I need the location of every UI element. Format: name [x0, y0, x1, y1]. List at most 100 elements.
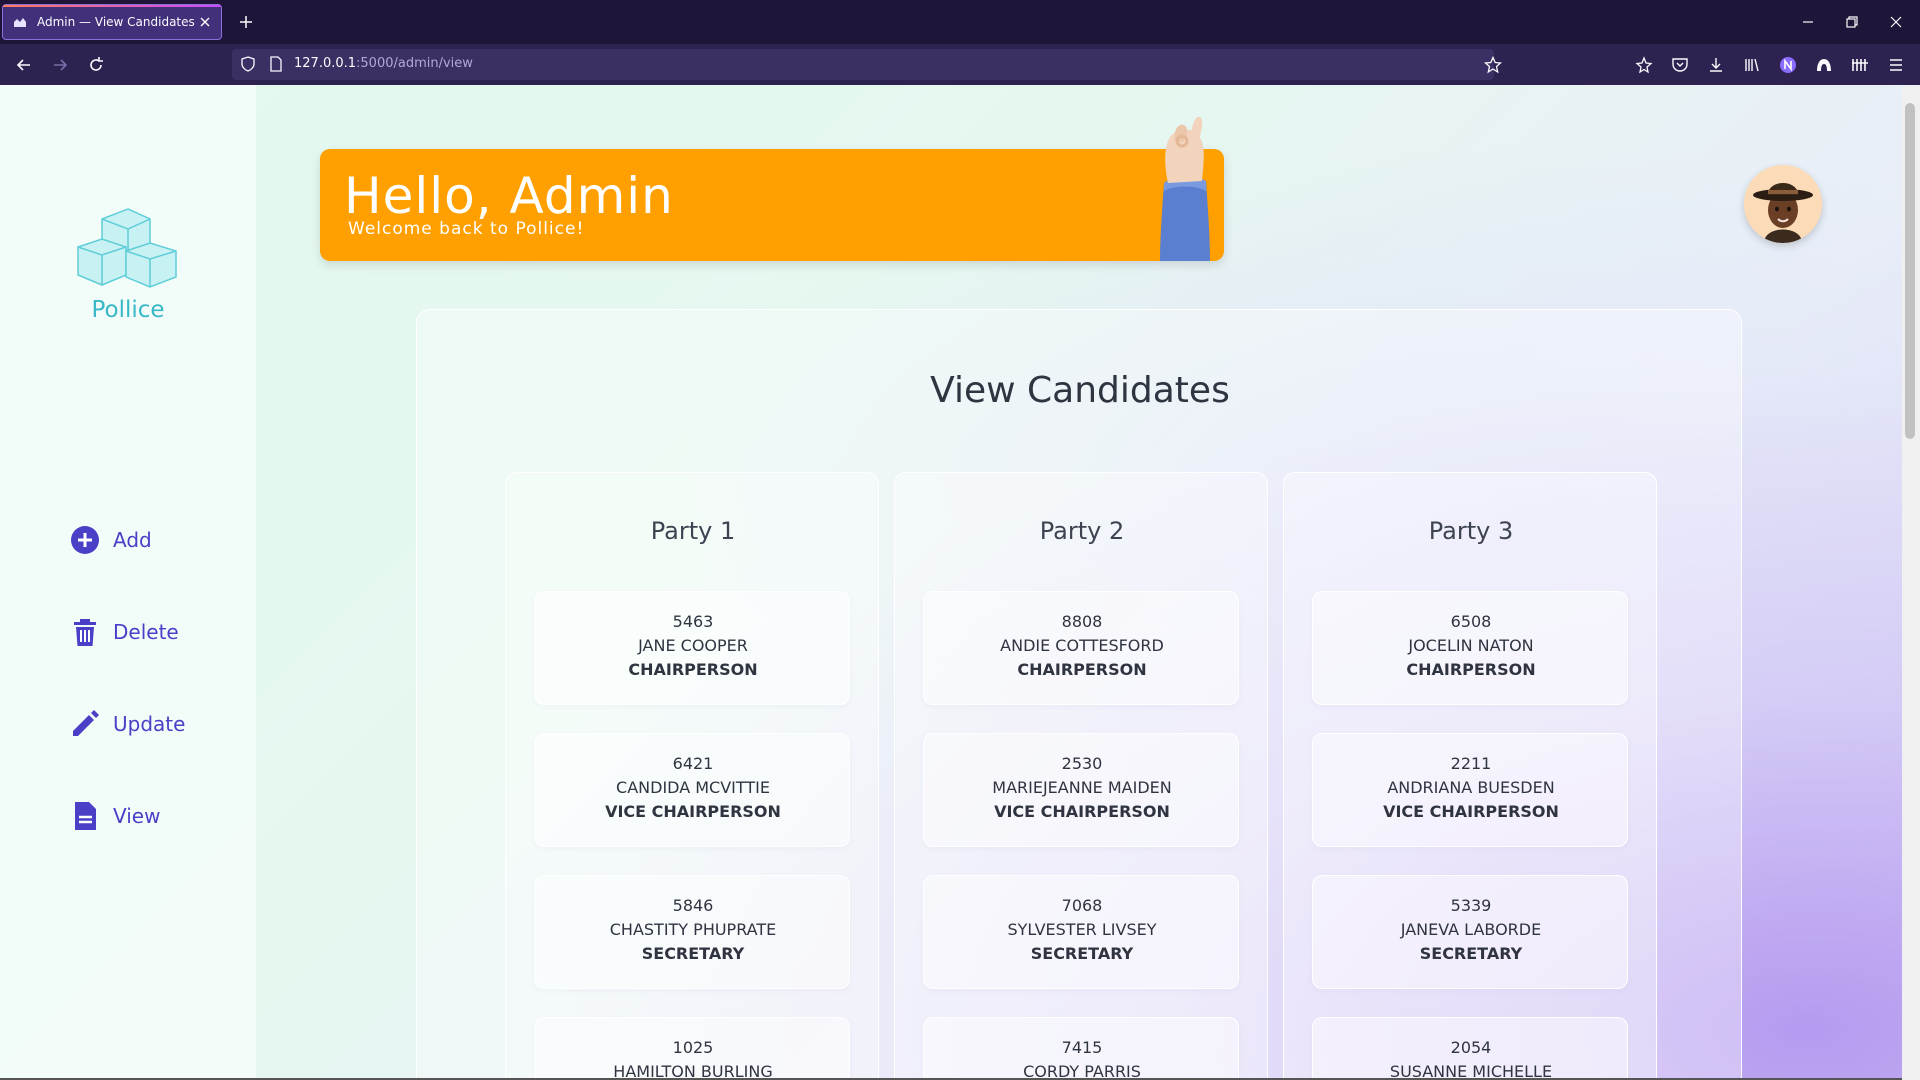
candidate-card[interactable]: 5339 JANEVA LABORDE SECRETARY — [1312, 875, 1628, 989]
library-icon[interactable] — [1742, 55, 1762, 75]
back-icon[interactable] — [14, 55, 34, 75]
candidate-role: SECRETARY — [1419, 944, 1523, 963]
sidebar-item-view[interactable]: View — [70, 801, 160, 831]
candidate-name: JANEVA LABORDE — [1400, 920, 1542, 939]
admin-avatar[interactable] — [1744, 165, 1822, 243]
candidate-id: 6421 — [672, 754, 714, 773]
candidate-role: CHAIRPERSON — [1406, 660, 1536, 679]
sidebar: Pollice Add Delete Update View — [0, 85, 256, 1080]
candidate-name: ANDRIANA BUESDEN — [1387, 778, 1555, 797]
browser-tab-bar: Admin — View Candidates — [0, 0, 1920, 44]
download-icon[interactable] — [1706, 55, 1726, 75]
candidate-role: SECRETARY — [1030, 944, 1134, 963]
candidate-id: 8808 — [1061, 612, 1103, 631]
url-text[interactable]: 127.0.0.1:5000/admin/view — [294, 56, 473, 71]
candidate-role: VICE CHAIRPERSON — [994, 802, 1170, 821]
tab-accent — [3, 5, 221, 7]
candidate-id: 6508 — [1450, 612, 1492, 631]
candidate-id: 1025 — [672, 1038, 714, 1057]
sidebar-item-update[interactable]: Update — [70, 709, 185, 739]
banner-subtitle: Welcome back to Pollice! — [348, 219, 585, 239]
candidate-card[interactable]: 1025 HAMILTON BURLING — [534, 1017, 850, 1080]
party-name: Party 1 — [650, 517, 736, 545]
candidate-name: JANE COOPER — [638, 636, 748, 655]
banner-title: Hello, Admin — [344, 167, 674, 225]
menu-icon[interactable] — [1886, 55, 1906, 75]
tab-favicon-icon — [13, 15, 33, 29]
extension-arch-icon[interactable] — [1814, 55, 1834, 75]
pocket-icon[interactable] — [1670, 55, 1690, 75]
party-column: Party 1 5463 JANE COOPER CHAIRPERSON 642… — [505, 472, 879, 1080]
candidate-id: 7415 — [1061, 1038, 1103, 1057]
candidate-role: SECRETARY — [641, 944, 745, 963]
reload-icon[interactable] — [86, 55, 106, 75]
candidate-role: VICE CHAIRPERSON — [1383, 802, 1559, 821]
scrollbar-thumb[interactable] — [1905, 103, 1915, 439]
candidate-card[interactable]: 5846 CHASTITY PHUPRATE SECRETARY — [534, 875, 850, 989]
sidebar-item-label: View — [113, 804, 161, 828]
tab-title: Admin — View Candidates — [37, 15, 195, 29]
minimize-window-icon[interactable] — [1796, 10, 1820, 34]
sidebar-item-label: Update — [113, 712, 186, 736]
page-content: Pollice Add Delete Update View Hello, Ad… — [0, 85, 1902, 1080]
candidate-card[interactable]: 6508 JOCELIN NATON CHAIRPERSON — [1312, 591, 1628, 705]
close-window-icon[interactable] — [1884, 10, 1908, 34]
new-tab-icon[interactable] — [236, 12, 256, 32]
document-icon — [75, 802, 96, 830]
candidate-card[interactable]: 5463 JANE COOPER CHAIRPERSON — [534, 591, 850, 705]
sidebar-item-label: Add — [113, 528, 152, 552]
pencil-icon — [73, 710, 99, 736]
forward-icon[interactable] — [50, 55, 70, 75]
sidebar-item-add[interactable]: Add — [70, 525, 152, 555]
page-icon[interactable] — [268, 56, 284, 72]
party-name: Party 3 — [1428, 517, 1514, 545]
bookmark-star-icon[interactable] — [1484, 56, 1502, 74]
url-path: :5000/admin/view — [356, 56, 473, 71]
candidate-card[interactable]: 2054 SUSANNE MICHELLE — [1312, 1017, 1628, 1080]
shield-icon[interactable] — [240, 56, 256, 72]
party-column: Party 2 8808 ANDIE COTTESFORD CHAIRPERSO… — [894, 472, 1268, 1080]
sidebar-item-delete[interactable]: Delete — [70, 617, 179, 647]
party-name: Party 2 — [1039, 517, 1125, 545]
candidate-name: ANDIE COTTESFORD — [1000, 636, 1164, 655]
vertical-scrollbar[interactable] — [1902, 85, 1920, 1080]
extension-grid-icon[interactable] — [1850, 55, 1870, 75]
party-column: Party 3 6508 JOCELIN NATON CHAIRPERSON 2… — [1283, 472, 1657, 1080]
candidate-role: CHAIRPERSON — [1017, 660, 1147, 679]
ok-hand-illustration — [1160, 116, 1210, 261]
candidate-name: CANDIDA MCVITTIE — [616, 778, 770, 797]
page-title: View Candidates — [930, 370, 1230, 411]
bookmarks-star-icon[interactable] — [1634, 55, 1654, 75]
candidate-card[interactable]: 6421 CANDIDA MCVITTIE VICE CHAIRPERSON — [534, 733, 850, 847]
browser-tab[interactable]: Admin — View Candidates — [2, 4, 222, 40]
url-host: 127.0.0.1 — [294, 56, 357, 71]
avatar-cowboy-icon — [1744, 165, 1822, 243]
plus-circle-icon — [71, 526, 99, 554]
candidates-card: View Candidates Party 1 5463 JANE COOPER… — [416, 309, 1742, 1080]
welcome-banner: Hello, Admin Welcome back to Pollice! — [320, 149, 1224, 261]
candidate-id: 2054 — [1450, 1038, 1492, 1057]
account-n-icon[interactable] — [1778, 55, 1798, 75]
candidate-name: SYLVESTER LIVSEY — [1007, 920, 1157, 939]
cubes-logo-icon — [77, 208, 177, 288]
candidate-card[interactable]: 2530 MARIEJEANNE MAIDEN VICE CHAIRPERSON — [923, 733, 1239, 847]
candidate-role: CHAIRPERSON — [628, 660, 758, 679]
sidebar-item-label: Delete — [113, 620, 179, 644]
candidate-id: 7068 — [1061, 896, 1103, 915]
candidate-name: JOCELIN NATON — [1408, 636, 1534, 655]
candidate-card[interactable]: 7068 SYLVESTER LIVSEY SECRETARY — [923, 875, 1239, 989]
url-bar[interactable]: 127.0.0.1:5000/admin/view — [232, 49, 1502, 80]
candidate-role: VICE CHAIRPERSON — [605, 802, 781, 821]
candidate-id: 2211 — [1450, 754, 1492, 773]
candidate-id: 5846 — [672, 896, 714, 915]
browser-nav-bar: 127.0.0.1:5000/admin/view — [0, 44, 1920, 85]
candidate-card[interactable]: 2211 ANDRIANA BUESDEN VICE CHAIRPERSON — [1312, 733, 1628, 847]
candidate-id: 2530 — [1061, 754, 1103, 773]
logo-text: Pollice — [91, 297, 165, 323]
candidate-id: 5339 — [1450, 896, 1492, 915]
candidate-card[interactable]: 8808 ANDIE COTTESFORD CHAIRPERSON — [923, 591, 1239, 705]
candidate-name: CHASTITY PHUPRATE — [609, 920, 777, 939]
candidate-card[interactable]: 7415 CORDY PARRIS — [923, 1017, 1239, 1080]
restore-window-icon[interactable] — [1840, 10, 1864, 34]
tab-close-icon[interactable] — [197, 14, 213, 30]
